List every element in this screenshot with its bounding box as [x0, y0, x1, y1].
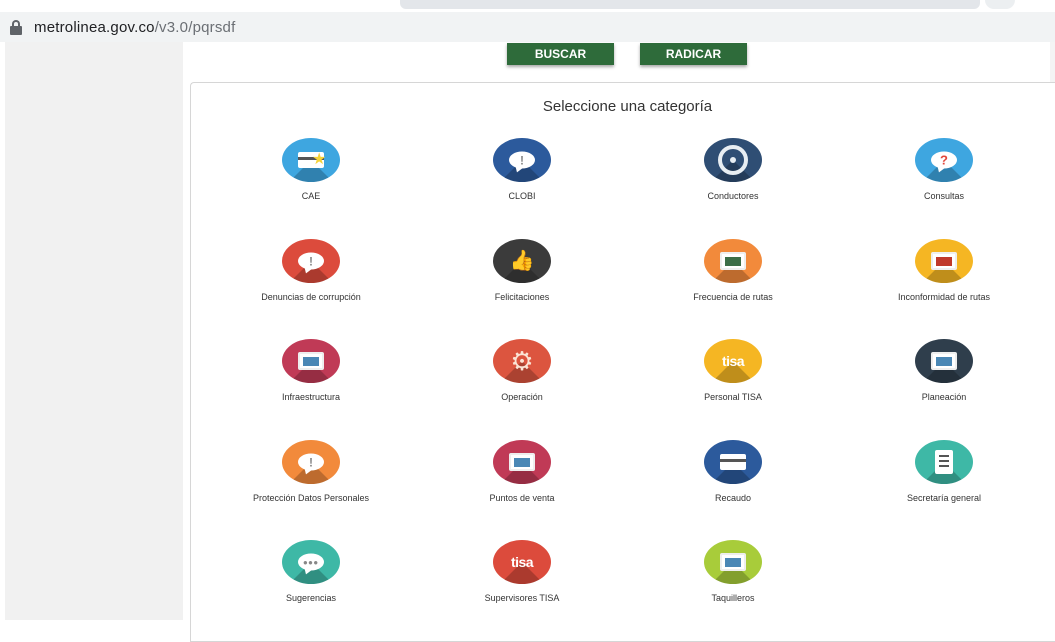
category-circle[interactable]: ⚙ — [493, 339, 551, 383]
category-label: Supervisores TISA — [484, 593, 560, 603]
category-circle[interactable]: ••• — [282, 540, 340, 584]
category-circle[interactable]: ! — [493, 138, 551, 182]
alert-bubble-icon: ! — [298, 252, 324, 270]
category-label: Inconformidad de rutas — [897, 292, 991, 302]
category-label: Taquilleros — [711, 593, 755, 603]
category-inconformidad-de-rutas[interactable]: Inconformidad de rutas — [849, 239, 1039, 302]
category-circle[interactable]: ! — [282, 239, 340, 283]
category-label: Felicitaciones — [494, 292, 550, 302]
category-circle[interactable] — [704, 239, 762, 283]
category-infraestructura[interactable]: Infraestructura — [216, 339, 406, 402]
url-path: /v3.0/pqrsdf — [154, 18, 236, 36]
category-circle[interactable] — [915, 239, 973, 283]
category-circle[interactable]: 👍 — [493, 239, 551, 283]
category-label: Frecuencia de rutas — [693, 292, 773, 302]
category-secretaria-general[interactable]: Secretaría general — [849, 440, 1039, 503]
category-consultas[interactable]: ? Consultas — [849, 138, 1039, 201]
url-text[interactable]: metrolinea.gov.co/v3.0/pqrsdf — [34, 19, 235, 36]
bus-alert-icon — [931, 252, 957, 270]
category-conductores[interactable]: Conductores — [638, 138, 828, 201]
category-circle[interactable] — [704, 138, 762, 182]
credit-card-star-icon: ★ — [298, 151, 326, 168]
category-supervisores-tisa[interactable]: tisa Supervisores TISA — [427, 540, 617, 603]
category-circle[interactable]: ! — [282, 440, 340, 484]
category-label: Sugerencias — [285, 593, 337, 603]
category-circle[interactable]: ? — [915, 138, 973, 182]
browser-tab-control[interactable] — [985, 0, 1015, 9]
category-label: CAE — [301, 191, 321, 201]
category-label: Personal TISA — [704, 392, 762, 402]
thumbs-up-icon: 👍 — [509, 250, 535, 272]
clipboard-icon — [935, 450, 953, 474]
bus-clock-icon — [720, 252, 746, 270]
category-label: Secretaría general — [906, 493, 982, 503]
bus-stop-icon — [298, 352, 324, 370]
gears-icon: ⚙ — [510, 346, 534, 376]
category-proteccion-datos-personales[interactable]: ! Protección Datos Personales — [216, 440, 406, 503]
category-label: CLOBI — [508, 191, 536, 201]
route-map-icon — [931, 352, 957, 370]
category-circle[interactable] — [915, 339, 973, 383]
category-operacion[interactable]: ⚙ Operación — [427, 339, 617, 402]
category-label: Puntos de venta — [489, 493, 555, 503]
category-circle[interactable]: ★ — [282, 138, 340, 182]
category-taquilleros[interactable]: Taquilleros — [638, 540, 828, 603]
browser-tab[interactable] — [400, 0, 980, 9]
category-label: Denuncias de corrupción — [261, 292, 361, 302]
category-circle[interactable]: tisa — [493, 540, 551, 584]
url-host: metrolinea.gov.co — [34, 18, 155, 36]
category-label: Protección Datos Personales — [252, 493, 370, 503]
category-label: Operación — [501, 392, 543, 402]
sales-screen-icon — [509, 453, 535, 471]
fare-card-icon — [720, 454, 746, 470]
category-circle[interactable] — [282, 339, 340, 383]
category-label: Consultas — [923, 191, 965, 201]
category-puntos-de-venta[interactable]: Puntos de venta — [427, 440, 617, 503]
dots-bubble-icon: ••• — [298, 553, 324, 571]
buscar-button[interactable]: BUSCAR — [507, 43, 614, 65]
category-clobi[interactable]: ! CLOBI — [427, 138, 617, 201]
category-label: Infraestructura — [281, 392, 341, 402]
tisa-search-icon: tisa — [510, 554, 534, 570]
category-planeacion[interactable]: Planeación — [849, 339, 1039, 402]
privacy-bubble-icon: ! — [298, 453, 324, 471]
panel-title: Seleccione una categoría — [542, 98, 713, 115]
category-circle[interactable] — [915, 440, 973, 484]
address-bar[interactable]: metrolinea.gov.co/v3.0/pqrsdf — [0, 12, 1055, 42]
tisa-logo-icon: tisa — [721, 353, 745, 369]
steering-wheel-icon — [718, 145, 748, 175]
category-circle[interactable] — [704, 440, 762, 484]
category-label: Conductores — [707, 191, 759, 201]
category-felicitaciones[interactable]: 👍 Felicitaciones — [427, 239, 617, 302]
category-recaudo[interactable]: Recaudo — [638, 440, 828, 503]
ticket-window-icon — [720, 553, 746, 571]
speech-bubble-icon: ! — [509, 151, 535, 169]
category-circle[interactable] — [704, 540, 762, 584]
category-label: Planeación — [921, 392, 967, 402]
browser-tabstrip — [0, 0, 1055, 12]
category-circle[interactable] — [493, 440, 551, 484]
category-circle[interactable]: tisa — [704, 339, 762, 383]
category-label: Recaudo — [714, 493, 752, 503]
category-personal-tisa[interactable]: tisa Personal TISA — [638, 339, 828, 402]
left-gutter — [5, 42, 183, 620]
category-cae[interactable]: ★ CAE — [216, 138, 406, 201]
question-bubble-icon: ? — [931, 151, 957, 169]
category-denuncias-de-corrupcion[interactable]: ! Denuncias de corrupción — [216, 239, 406, 302]
radicar-button[interactable]: RADICAR — [640, 43, 747, 65]
category-frecuencia-de-rutas[interactable]: Frecuencia de rutas — [638, 239, 828, 302]
lock-icon[interactable] — [10, 19, 22, 35]
category-sugerencias[interactable]: ••• Sugerencias — [216, 540, 406, 603]
